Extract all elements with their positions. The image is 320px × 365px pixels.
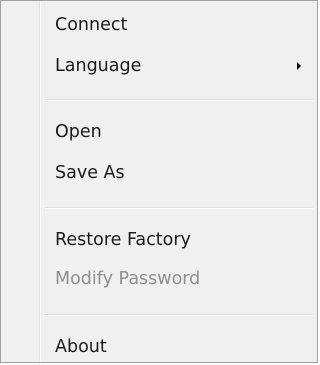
menu-separator [45, 314, 313, 316]
menu-icon-gutter [1, 1, 39, 362]
menu-item-modify-password: Modify Password [41, 262, 315, 296]
menu-item-connect[interactable]: Connect [41, 8, 315, 42]
menu-item-restore-factory[interactable]: Restore Factory [41, 223, 315, 257]
menu-separator [45, 207, 313, 209]
menu-item-save-as[interactable]: Save As [41, 156, 315, 190]
menu-separator [45, 99, 313, 101]
menu-item-label: Connect [55, 15, 128, 35]
menu-item-label: Open [55, 122, 102, 142]
menu-item-about[interactable]: About [41, 330, 315, 364]
menu-item-label: About [55, 337, 107, 357]
menu-item-label: Modify Password [55, 269, 201, 289]
menu-item-label: Language [55, 56, 142, 76]
menu-item-label: Save As [55, 163, 125, 183]
context-menu: Connect Language Open Save As Restore Fa… [0, 0, 318, 363]
submenu-arrow-icon [297, 62, 301, 70]
menu-item-label: Restore Factory [55, 230, 191, 250]
menu-item-open[interactable]: Open [41, 115, 315, 149]
menu-item-language[interactable]: Language [41, 49, 315, 83]
